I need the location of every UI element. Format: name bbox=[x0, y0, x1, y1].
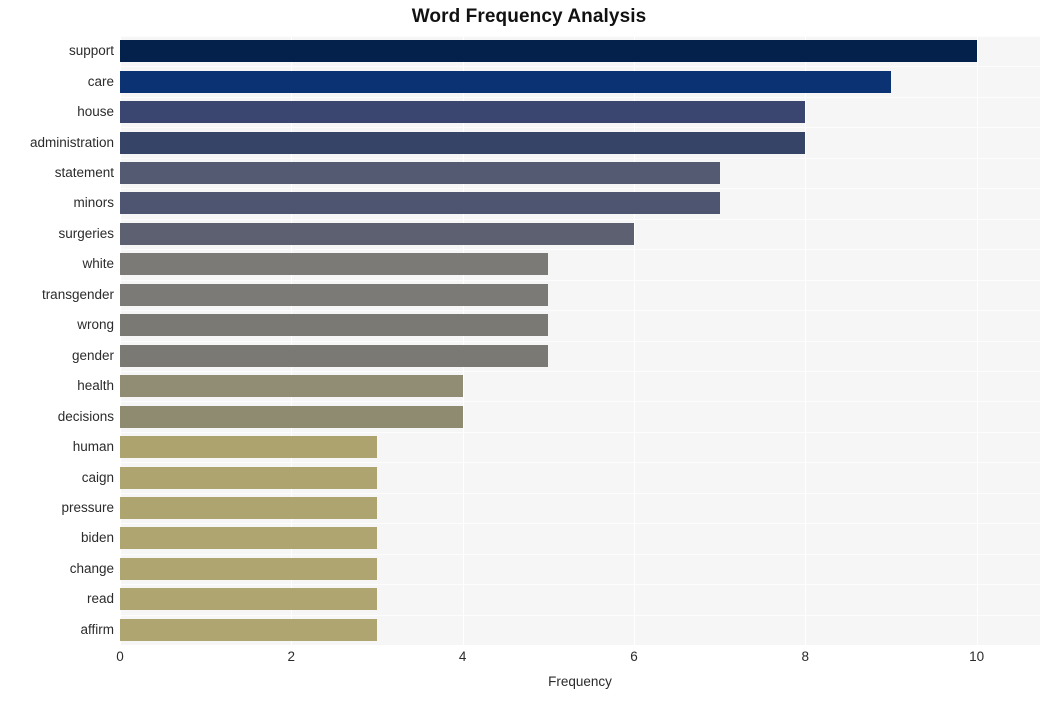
bar bbox=[120, 436, 377, 459]
bar bbox=[120, 162, 720, 185]
bar bbox=[120, 222, 634, 245]
y-axis-tick-label: support bbox=[68, 43, 114, 59]
bar bbox=[120, 70, 891, 93]
y-gridline bbox=[120, 584, 1040, 585]
y-axis-tick-label: gender bbox=[71, 347, 114, 363]
y-gridline bbox=[120, 36, 1040, 37]
y-axis-tick-label: caign bbox=[81, 469, 114, 485]
y-gridline bbox=[120, 432, 1040, 433]
y-axis-tick-label: biden bbox=[80, 530, 114, 546]
y-axis-tick-label: change bbox=[69, 560, 114, 576]
x-axis-tick-label: 8 bbox=[801, 649, 810, 664]
y-axis-tick-labels: support care house administration statement m… bbox=[0, 36, 114, 645]
y-axis-tick-label: pressure bbox=[61, 499, 114, 515]
bar bbox=[120, 375, 463, 398]
y-gridline bbox=[120, 615, 1040, 616]
bar bbox=[120, 466, 377, 489]
y-gridline bbox=[120, 462, 1040, 463]
y-axis-tick-label: affirm bbox=[80, 621, 114, 637]
bar bbox=[120, 192, 720, 215]
x-axis-tick-label: 4 bbox=[458, 649, 467, 664]
y-gridline bbox=[120, 158, 1040, 159]
y-axis-tick-label: read bbox=[86, 591, 114, 607]
bar bbox=[120, 40, 977, 63]
x-axis-label: Frequency bbox=[548, 674, 612, 689]
y-axis-tick-label: health bbox=[77, 378, 114, 394]
bar bbox=[120, 527, 377, 550]
x-axis-tick-label: 0 bbox=[116, 649, 124, 664]
y-axis-tick-label: transgender bbox=[41, 286, 114, 302]
y-gridline bbox=[120, 341, 1040, 342]
y-gridline bbox=[120, 280, 1040, 281]
x-axis-tick-label: 10 bbox=[969, 649, 985, 664]
y-gridline bbox=[120, 97, 1040, 98]
y-gridline bbox=[120, 371, 1040, 372]
y-gridline bbox=[120, 310, 1040, 311]
x-axis-tick-label: 6 bbox=[630, 649, 638, 664]
bar bbox=[120, 344, 549, 367]
bar bbox=[120, 314, 549, 337]
y-axis-tick-label: surgeries bbox=[58, 225, 114, 241]
bar bbox=[120, 405, 463, 428]
y-axis-tick-label: minors bbox=[73, 195, 114, 211]
y-axis-tick-label: administration bbox=[29, 134, 114, 150]
y-axis-tick-label: care bbox=[87, 73, 114, 89]
y-gridline bbox=[120, 249, 1040, 250]
bar bbox=[120, 496, 377, 519]
x-axis-tick-labels: 0 2 4 6 8 10 bbox=[116, 645, 1040, 669]
y-axis-tick-label: statement bbox=[54, 165, 114, 181]
bar bbox=[120, 557, 377, 580]
y-gridline bbox=[120, 127, 1040, 128]
y-gridline bbox=[120, 523, 1040, 524]
y-gridline bbox=[120, 188, 1040, 189]
y-axis-tick-label: wrong bbox=[77, 317, 114, 333]
y-gridline bbox=[120, 66, 1040, 67]
bar bbox=[120, 283, 549, 306]
plot-area bbox=[120, 36, 1040, 646]
y-gridline bbox=[120, 401, 1040, 402]
y-gridline bbox=[120, 219, 1040, 220]
word-frequency-chart: Word Frequency Analysis support care house… bbox=[0, 0, 1058, 701]
bar bbox=[120, 101, 806, 124]
bar bbox=[120, 131, 806, 154]
x-axis-tick-label: 2 bbox=[287, 649, 296, 664]
y-axis-tick-label: house bbox=[77, 104, 114, 120]
y-axis-tick-label: white bbox=[82, 256, 114, 272]
chart-title: Word Frequency Analysis bbox=[411, 6, 647, 27]
y-gridline bbox=[120, 554, 1040, 555]
y-gridline bbox=[120, 493, 1040, 494]
bar bbox=[120, 618, 377, 641]
bar bbox=[120, 253, 549, 276]
y-axis-tick-label: human bbox=[72, 439, 114, 455]
bar bbox=[120, 588, 377, 611]
y-axis-tick-label: decisions bbox=[57, 408, 114, 424]
